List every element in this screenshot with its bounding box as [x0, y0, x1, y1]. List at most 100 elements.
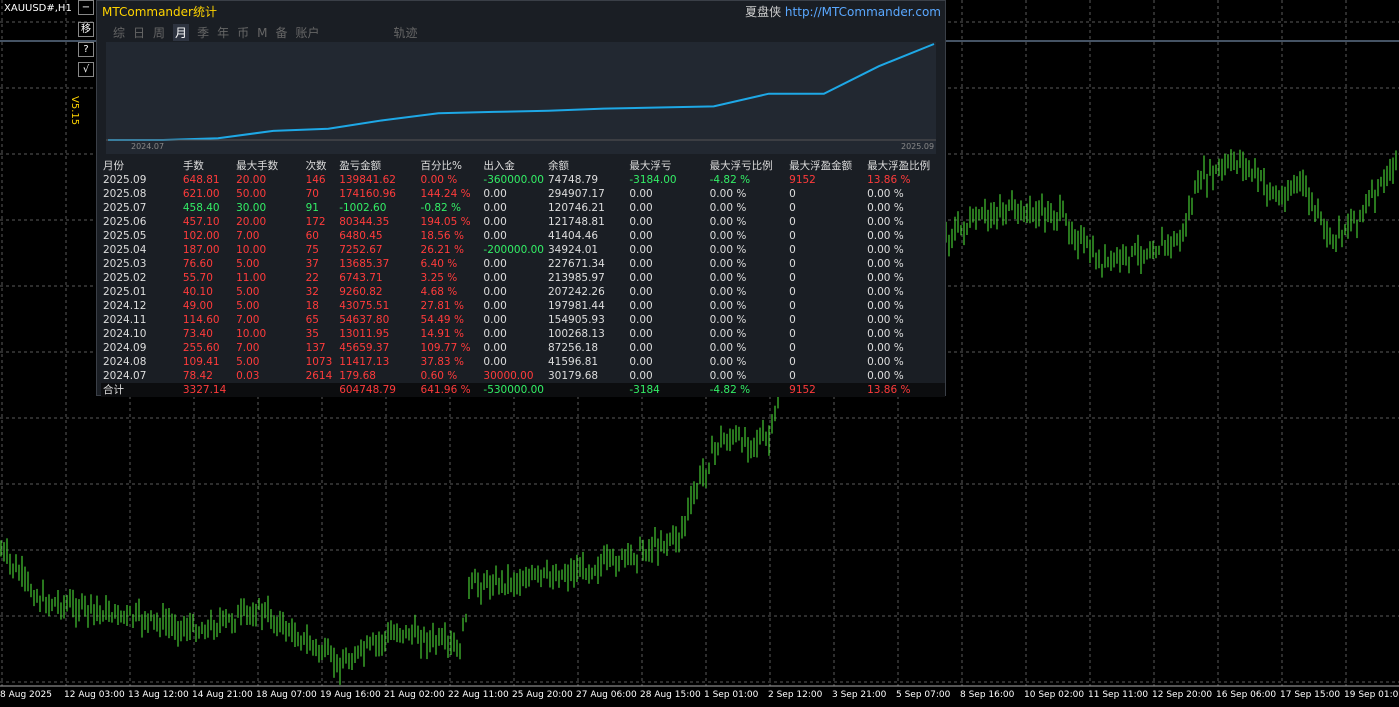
cell-month: 2025.06 [103, 215, 147, 228]
cell-max_float_profit_pct: 0.00 % [867, 257, 904, 270]
version-label: V5.15 [69, 96, 80, 126]
total-cell: 3327.14 [180, 383, 235, 397]
total-cell: 9152 [787, 383, 866, 397]
column-header: 次数 [305, 160, 327, 172]
table-row: 2025.05 102.00 7.00 60 6480.45 18.56 % 0.00 414… [101, 229, 945, 243]
cell-max_float_profit: 9152 [789, 173, 816, 186]
cell-balance: 121748.81 [547, 215, 605, 228]
time-axis-label: 22 Aug 11:00 [448, 690, 509, 700]
brand-link[interactable]: 夏盘侠 http://MTCommander.com [745, 3, 941, 20]
cell-max_lots: 10.00 [236, 243, 267, 256]
cell-flow: -360000.00 [483, 173, 544, 186]
help-button[interactable]: ? [78, 42, 94, 57]
confirm-button[interactable]: √ [78, 62, 94, 77]
cell-lots: 49.00 [182, 299, 213, 312]
cell-max_float_profit: 0 [789, 215, 796, 228]
cell-pnl: 9260.82 [339, 285, 383, 298]
cell-count: 75 [305, 243, 319, 256]
cell-month: 2025.04 [103, 243, 147, 256]
cell-max_float_profit: 0 [789, 257, 796, 270]
cell-max_float_profit_pct: 0.00 % [867, 215, 904, 228]
cell-month: 2025.09 [103, 173, 147, 186]
cell-lots: 55.70 [182, 271, 213, 284]
cell-pct: 0.60 % [420, 369, 458, 382]
cell-count: 22 [305, 271, 319, 284]
cell-max_float_loss: 0.00 [629, 243, 653, 256]
total-cell [303, 383, 338, 397]
cell-flow: 0.00 [483, 215, 507, 228]
cell-pnl: 13685.37 [339, 257, 390, 270]
cell-max_float_profit: 0 [789, 341, 796, 354]
cell-balance: 213985.97 [547, 271, 605, 284]
cell-lots: 78.42 [182, 369, 213, 382]
table-row: 2024.10 73.40 10.00 35 13011.95 14.91 % 0.00 10… [101, 327, 945, 341]
cell-balance: 34924.01 [547, 243, 599, 256]
cell-flow: 0.00 [483, 257, 507, 270]
tab-6[interactable]: 币 [237, 24, 249, 41]
cell-max_float_profit: 0 [789, 369, 796, 382]
cell-max_float_profit_pct: 0.00 % [867, 355, 904, 368]
cell-max_float_profit: 0 [789, 229, 796, 242]
cell-pct: 18.56 % [420, 229, 464, 242]
tab-3[interactable]: 月 [173, 24, 190, 41]
cell-pnl: 43075.51 [339, 299, 390, 312]
tab-7[interactable]: M [257, 26, 267, 40]
cell-month: 2024.08 [103, 355, 147, 368]
cell-pnl: 6743.71 [339, 271, 383, 284]
brand-url[interactable]: http://MTCommander.com [785, 5, 941, 19]
tab-8[interactable]: 备 [275, 24, 287, 41]
cell-flow: 0.00 [483, 313, 507, 326]
minimize-button[interactable]: − [78, 0, 94, 15]
cell-flow: 30000.00 [483, 369, 534, 382]
cell-balance: 154905.93 [547, 313, 605, 326]
cell-max_lots: 20.00 [236, 173, 267, 186]
time-axis-label: 11 Sep 11:00 [1088, 690, 1149, 700]
cell-max_float_loss_pct: 0.00 % [709, 215, 747, 228]
cell-max_lots: 11.00 [236, 271, 267, 284]
cell-pct: 3.25 % [420, 271, 458, 284]
time-axis-label: 5 Sep 07:00 [896, 690, 951, 700]
cell-max_float_profit_pct: 0.00 % [867, 187, 904, 200]
cell-flow: 0.00 [483, 285, 507, 298]
time-axis-label: 10 Sep 02:00 [1024, 690, 1085, 700]
time-axis-label: 2 Sep 12:00 [768, 690, 823, 700]
cell-max_float_loss: 0.00 [629, 341, 653, 354]
cell-month: 2025.05 [103, 229, 147, 242]
stats-panel: MTCommander统计 夏盘侠 http://MTCommander.com… [96, 0, 946, 397]
tab-2[interactable]: 周 [153, 24, 165, 41]
table-row: 2025.04 187.00 10.00 75 7252.67 26.21 % -20000… [101, 243, 945, 257]
column-header: 最大浮盈比例 [867, 160, 931, 172]
tab-5[interactable]: 年 [217, 24, 229, 41]
cell-lots: 457.10 [182, 215, 220, 228]
cell-max_float_loss_pct: 0.00 % [709, 271, 747, 284]
cell-pnl: 80344.35 [339, 215, 390, 228]
cell-max_float_loss_pct: 0.00 % [709, 369, 747, 382]
tab-0[interactable]: 综 [113, 24, 125, 41]
cell-max_lots: 5.00 [236, 299, 260, 312]
cell-pnl: 7252.67 [339, 243, 383, 256]
cell-lots: 76.60 [182, 257, 213, 270]
cell-lots: 187.00 [182, 243, 220, 256]
tab-9[interactable]: 账户 [295, 24, 319, 41]
cell-lots: 255.60 [182, 341, 220, 354]
cell-max_float_loss: 0.00 [629, 369, 653, 382]
tab-1[interactable]: 日 [133, 24, 145, 41]
column-header: 最大手数 [236, 160, 279, 172]
total-cell: 641.96 % [418, 383, 482, 397]
time-axis-label: 1 Sep 01:00 [704, 690, 759, 700]
move-button[interactable]: 移 [78, 22, 94, 37]
cell-month: 2025.02 [103, 271, 147, 284]
tab-4[interactable]: 季 [197, 24, 209, 41]
column-header: 余额 [547, 160, 569, 172]
cell-max_float_loss: 0.00 [629, 257, 653, 270]
cell-month: 2024.12 [103, 299, 147, 312]
cell-balance: 41404.46 [547, 229, 599, 242]
tab-10[interactable]: 轨迹 [394, 24, 418, 41]
total-cell: -3184 [627, 383, 708, 397]
cell-max_float_loss_pct: 0.00 % [709, 243, 747, 256]
cell-pct: 109.77 % [420, 341, 471, 354]
cell-max_lots: 7.00 [236, 229, 260, 242]
cell-max_float_profit_pct: 0.00 % [867, 201, 904, 214]
total-cell [545, 383, 628, 397]
table-row: 2024.08 109.41 5.00 1073 11417.13 37.83 % 0.00… [101, 355, 945, 369]
